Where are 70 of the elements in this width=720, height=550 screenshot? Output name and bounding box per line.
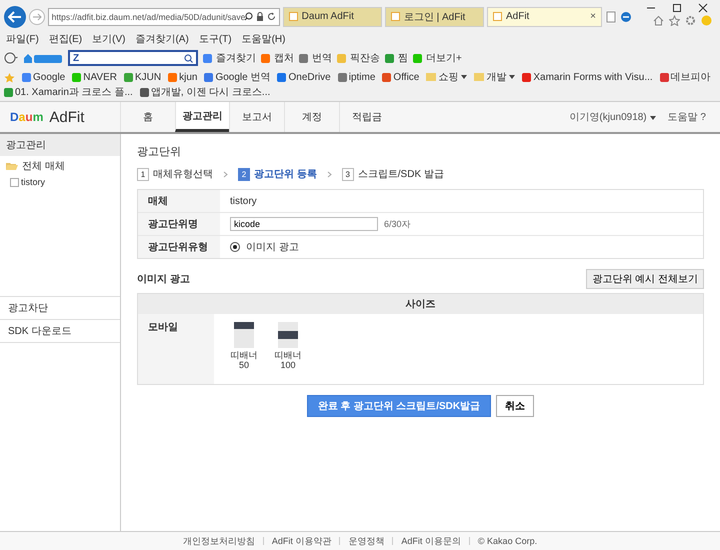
cancel-button[interactable]: 취소 [496,395,534,417]
favorite-link[interactable]: Xamarin Forms with Visu... [522,72,653,82]
character-counter: 6/30자 [384,218,411,230]
adfit-logo[interactable]: Daum AdFit [0,102,120,132]
favorites-folder[interactable]: 쇼핑 [426,70,468,84]
sidebar-item[interactable]: 광고차단 [0,296,120,319]
favorite-link[interactable]: iptime [338,72,376,82]
step-number: 2 [238,168,250,180]
address-bar[interactable]: https://adfit.biz.daum.net/ad/media/50D/adunit/save [48,8,280,26]
favorite-link[interactable]: KJUN [124,72,162,82]
toolbar-item[interactable]: 더보기+ [413,51,462,65]
toolbar-item[interactable]: 캡처 [261,51,294,65]
menu-item[interactable]: 도구(T) [198,32,232,46]
search-field[interactable]: Z [68,50,198,66]
footer-link[interactable]: 운영정책 [348,534,384,548]
step-label: 광고단위 등록 [254,168,317,181]
banner-label[interactable]: 띠배너 100 [274,351,302,371]
footer-link[interactable]: © Kakao Corp. [478,536,538,546]
step-label: 스크립트/SDK 발급 [358,168,444,181]
menu-item[interactable]: 즐겨찾기(A) [135,32,189,46]
sidebar-item[interactable]: SDK 다운로드 [0,319,120,343]
row-label: 모바일 [138,314,214,384]
step-label: 매체유형선택 [153,168,213,181]
favorite-link[interactable]: Google [22,72,66,82]
step-number: 1 [137,168,149,180]
page-title: 광고단위 [137,145,182,159]
browser-tab[interactable]: AdFit × [487,6,602,26]
menu-item[interactable]: 편집(E) [48,32,82,46]
footer-link[interactable]: 개인정보처리방침 [182,534,255,548]
preview-button[interactable]: 광고단위 예시 전체보기 [586,269,704,289]
tree-item[interactable]: 전체 매체 [0,156,120,176]
favorite-link[interactable]: NAVER [72,72,117,82]
menu-item[interactable]: 파일(F) [6,32,39,46]
footer-link[interactable]: AdFit 이용문의 [401,534,461,548]
toolbar-item[interactable]: 번역 [299,51,332,65]
menu-item[interactable]: 도움말(H) [242,32,286,46]
browser-tab[interactable]: 로그인 | AdFit [384,6,484,26]
radio-label[interactable]: 이미지 광고 [246,240,299,254]
table-header: 사이즈 [138,294,703,314]
favorite-link[interactable]: Google 번역 [204,70,270,84]
step-number: 3 [342,168,354,180]
favorite-link[interactable]: 데브피아 [660,70,711,84]
section-title: 이미지 광고 [137,273,190,286]
favorite-link[interactable]: kjun [168,72,198,82]
favorite-link[interactable]: Office [382,72,420,82]
sidebar-title[interactable]: 광고관리 [0,134,120,156]
favorite-link[interactable]: OneDrive [277,72,331,82]
close-tab-button[interactable]: × [590,11,596,22]
toolbar-item[interactable]: 찜 [385,51,408,65]
field-label: 매체 [138,190,220,212]
footer-link[interactable]: AdFit 이용약관 [272,534,332,548]
nav-tab[interactable]: 보고서 [229,102,284,132]
browser-tab[interactable]: Daum AdFit [282,6,382,26]
favorite-link[interactable]: 01. Xamarin과 크로스 플... [4,85,133,99]
favorites-folder[interactable]: 개발 [474,70,516,84]
nav-tab[interactable]: 계정 [284,102,339,132]
menu-item[interactable]: 보기(V) [92,32,126,46]
help-link[interactable]: 도움말 ? [668,110,706,124]
nav-tab[interactable]: 광고관리 [175,102,229,132]
nav-tab[interactable]: 적립금 [339,102,394,132]
banner-label[interactable]: 띠배너 50 [230,351,258,371]
tree-item[interactable]: tistory [0,176,120,188]
favorite-link[interactable]: 앱개발, 이젠 다시 크로스... [140,85,270,99]
toolbar-item[interactable]: 즐겨찾기 [203,51,256,65]
field-label: 광고단위명 [138,213,220,235]
field-label: 광고단위유형 [138,236,220,258]
user-menu[interactable]: 이기영(kjun0918) [569,110,656,124]
toolbar-item[interactable]: 픽잔송 [337,51,380,65]
input-field[interactable]: kicode [230,217,378,231]
field-value: tistory [230,196,257,206]
